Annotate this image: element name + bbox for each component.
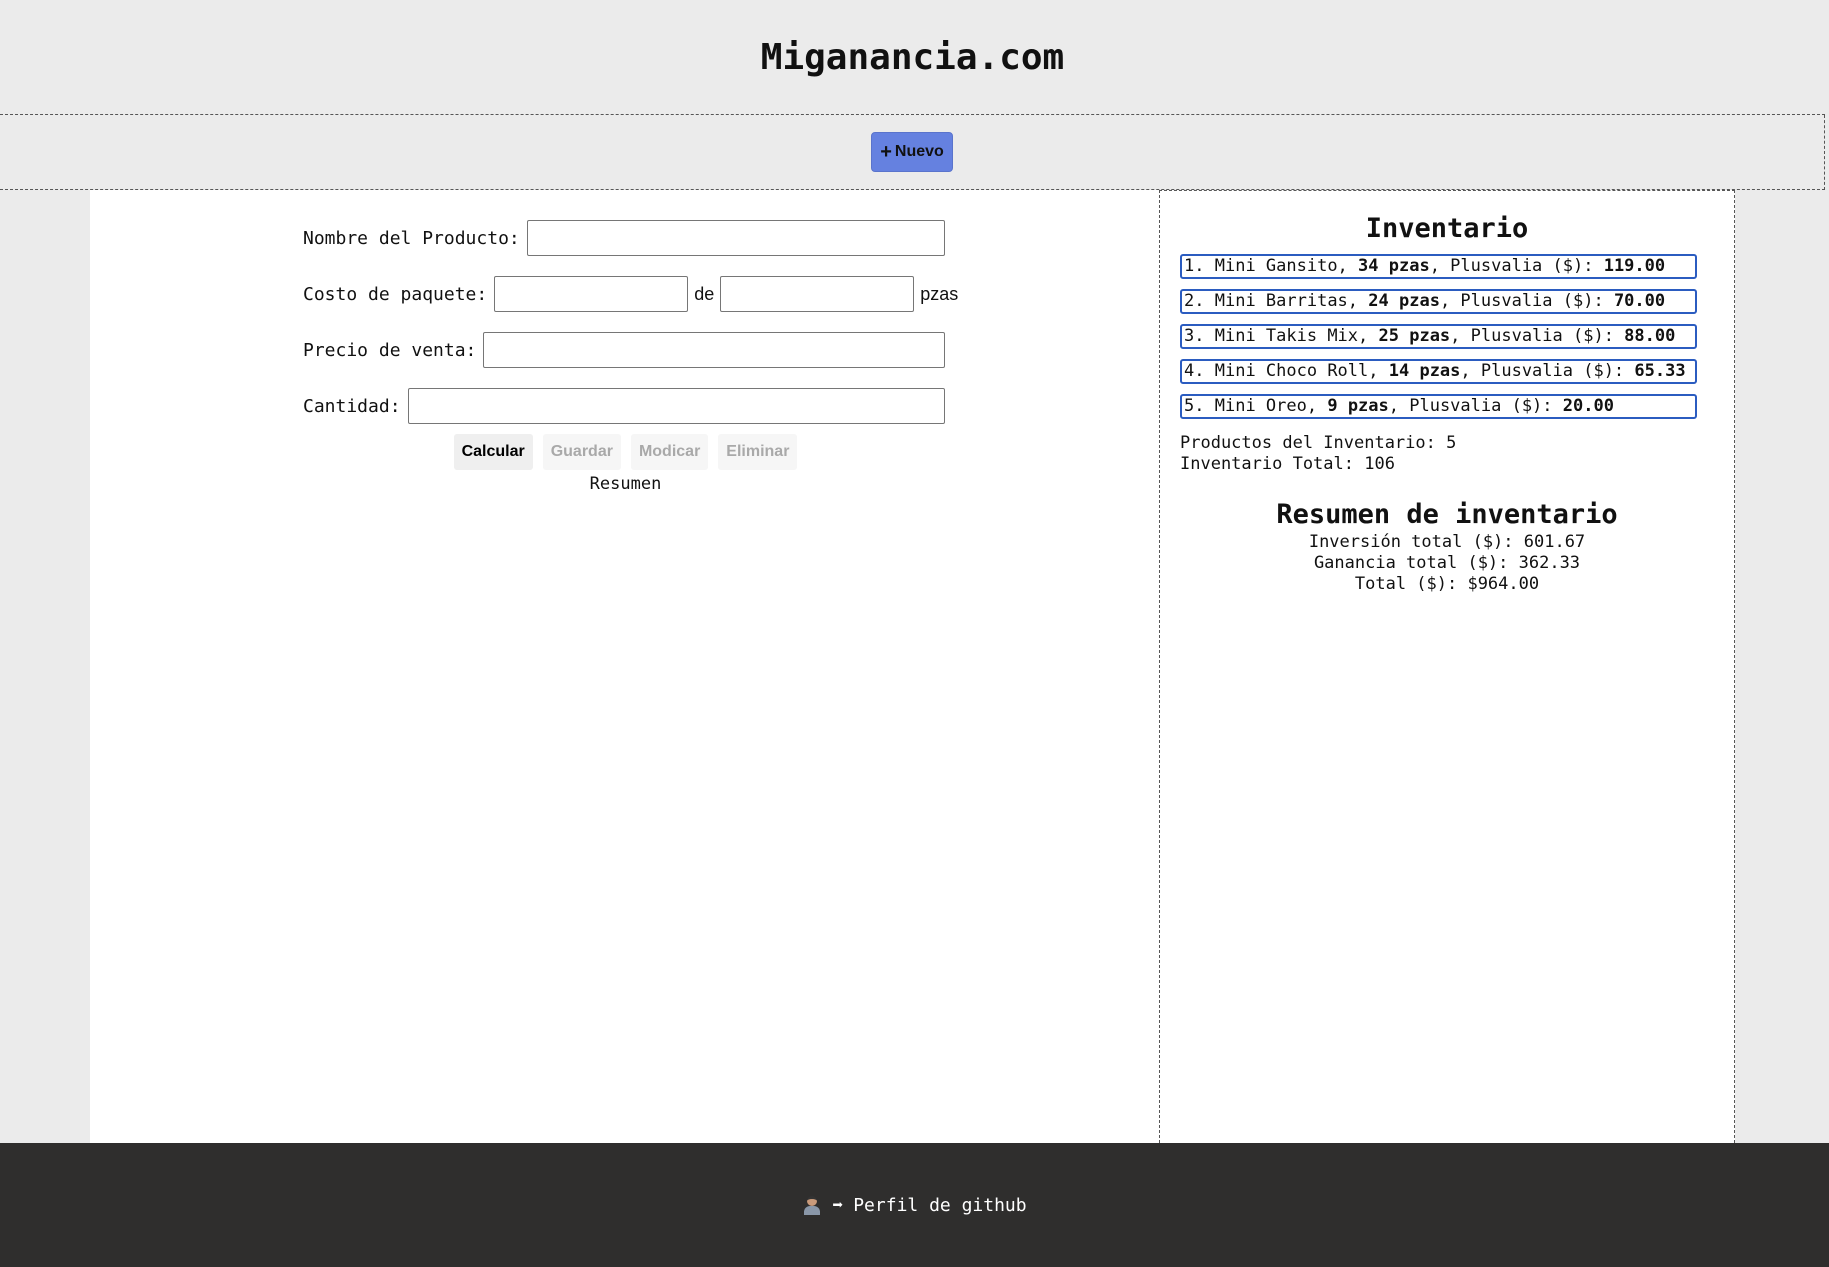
product-form: Nombre del Producto: Costo de paquete: d… <box>303 220 958 494</box>
grand-total: Total ($): $964.00 <box>1354 574 1540 594</box>
sale-price-label: Precio de venta: <box>303 339 477 361</box>
plus-icon: + <box>880 141 892 163</box>
package-cost-input[interactable] <box>494 276 689 312</box>
inventory-item[interactable]: 2. Mini Barritas, 24 pzas, Plusvalia ($)… <box>1180 289 1697 314</box>
product-form-panel: Nombre del Producto: Costo de paquete: d… <box>90 190 1159 1143</box>
item-index: 5. <box>1184 396 1205 416</box>
inventory-list: 1. Mini Gansito, 34 pzas, Plusvalia ($):… <box>1160 254 1734 419</box>
inventory-item[interactable]: 1. Mini Gansito, 34 pzas, Plusvalia ($):… <box>1180 254 1697 279</box>
item-name: Mini Choco Roll, <box>1214 361 1379 381</box>
inventory-panel: Inventario 1. Mini Gansito, 34 pzas, Plu… <box>1159 190 1735 1143</box>
item-profit-label: , Plusvalia ($): <box>1450 326 1625 346</box>
new-button[interactable]: + Nuevo <box>871 132 953 172</box>
product-name-input[interactable] <box>526 220 945 256</box>
inventory-title: Inventario <box>1365 213 1529 244</box>
item-profit-label: , Plusvalia ($): <box>1429 256 1604 276</box>
item-profit: 20.00 <box>1562 396 1614 416</box>
item-profit: 65.33 <box>1634 361 1686 381</box>
toolbar: + Nuevo <box>0 115 1825 190</box>
inventory-item[interactable]: 3. Mini Takis Mix, 25 pzas, Plusvalia ($… <box>1180 324 1697 349</box>
package-unit-label: pzas <box>920 283 959 304</box>
package-pieces-input[interactable] <box>720 276 915 312</box>
item-profit: 88.00 <box>1624 326 1676 346</box>
item-profit: 70.00 <box>1613 291 1666 311</box>
inventory-item[interactable]: 5. Mini Oreo, 9 pzas, Plusvalia ($): 20.… <box>1180 394 1697 419</box>
form-actions: Calcular Guardar Modicar Eliminar <box>303 434 948 470</box>
calculate-button[interactable]: Calcular <box>453 434 533 470</box>
item-index: 1. <box>1184 256 1205 276</box>
item-name: Mini Takis Mix, <box>1214 326 1369 346</box>
product-name-label: Nombre del Producto: <box>303 227 520 249</box>
item-profit-label: , Plusvalia ($): <box>1460 361 1635 381</box>
arrow-icon: ➡ <box>832 1194 844 1216</box>
modify-button[interactable]: Modicar <box>630 434 709 470</box>
package-cost-row: Costo de paquete: de pzas <box>303 276 958 312</box>
github-profile-link[interactable]: Perfil de github <box>853 1195 1026 1216</box>
new-button-label: Nuevo <box>894 143 944 160</box>
item-quantity: 24 pzas <box>1368 291 1440 311</box>
sale-price-input[interactable] <box>483 332 945 368</box>
inventory-summary: Inversión total ($): 601.67 Ganancia tot… <box>1160 532 1734 595</box>
package-cost-label: Costo de paquete: <box>303 283 488 305</box>
item-index: 2. <box>1184 291 1205 311</box>
product-name-row: Nombre del Producto: <box>303 220 945 256</box>
item-name: Mini Oreo, <box>1214 396 1318 416</box>
quantity-label: Cantidad: <box>303 395 401 417</box>
item-index: 4. <box>1184 361 1205 381</box>
total-profit: Ganancia total ($): 362.33 <box>1313 553 1581 573</box>
inventory-stats: Productos del Inventario: 5 Inventario T… <box>1180 433 1734 475</box>
quantity-row: Cantidad: <box>303 388 945 424</box>
package-of-label: de <box>694 283 715 304</box>
item-name: Mini Gansito, <box>1214 256 1348 276</box>
item-profit-label: , Plusvalia ($): <box>1388 396 1563 416</box>
site-header: Miganancia.com <box>0 0 1825 115</box>
item-profit: 119.00 <box>1603 256 1666 276</box>
item-quantity: 9 pzas <box>1327 396 1389 416</box>
total-investment: Inversión total ($): 601.67 <box>1308 532 1586 552</box>
item-quantity: 25 pzas <box>1378 326 1451 346</box>
save-button[interactable]: Guardar <box>542 434 621 470</box>
site-footer: ➡ Perfil de github <box>0 1143 1829 1267</box>
item-quantity: 34 pzas <box>1358 256 1430 276</box>
inventory-total: Inventario Total: 106 <box>1180 454 1395 474</box>
delete-button[interactable]: Eliminar <box>718 434 798 470</box>
inventory-item[interactable]: 4. Mini Choco Roll, 14 pzas, Plusvalia (… <box>1180 359 1697 384</box>
item-quantity: 14 pzas <box>1388 361 1461 381</box>
item-name: Mini Barritas, <box>1214 291 1359 311</box>
summary-title: Resumen de inventario <box>1276 499 1618 530</box>
site-title: Miganancia.com <box>760 36 1065 78</box>
sale-price-row: Precio de venta: <box>303 332 945 368</box>
person-icon <box>802 1195 822 1215</box>
item-profit-label: , Plusvalia ($): <box>1439 291 1614 311</box>
summary-label: Resumen <box>589 474 662 494</box>
products-count: Productos del Inventario: 5 <box>1180 433 1457 453</box>
quantity-input[interactable] <box>407 388 945 424</box>
item-index: 3. <box>1184 326 1205 346</box>
